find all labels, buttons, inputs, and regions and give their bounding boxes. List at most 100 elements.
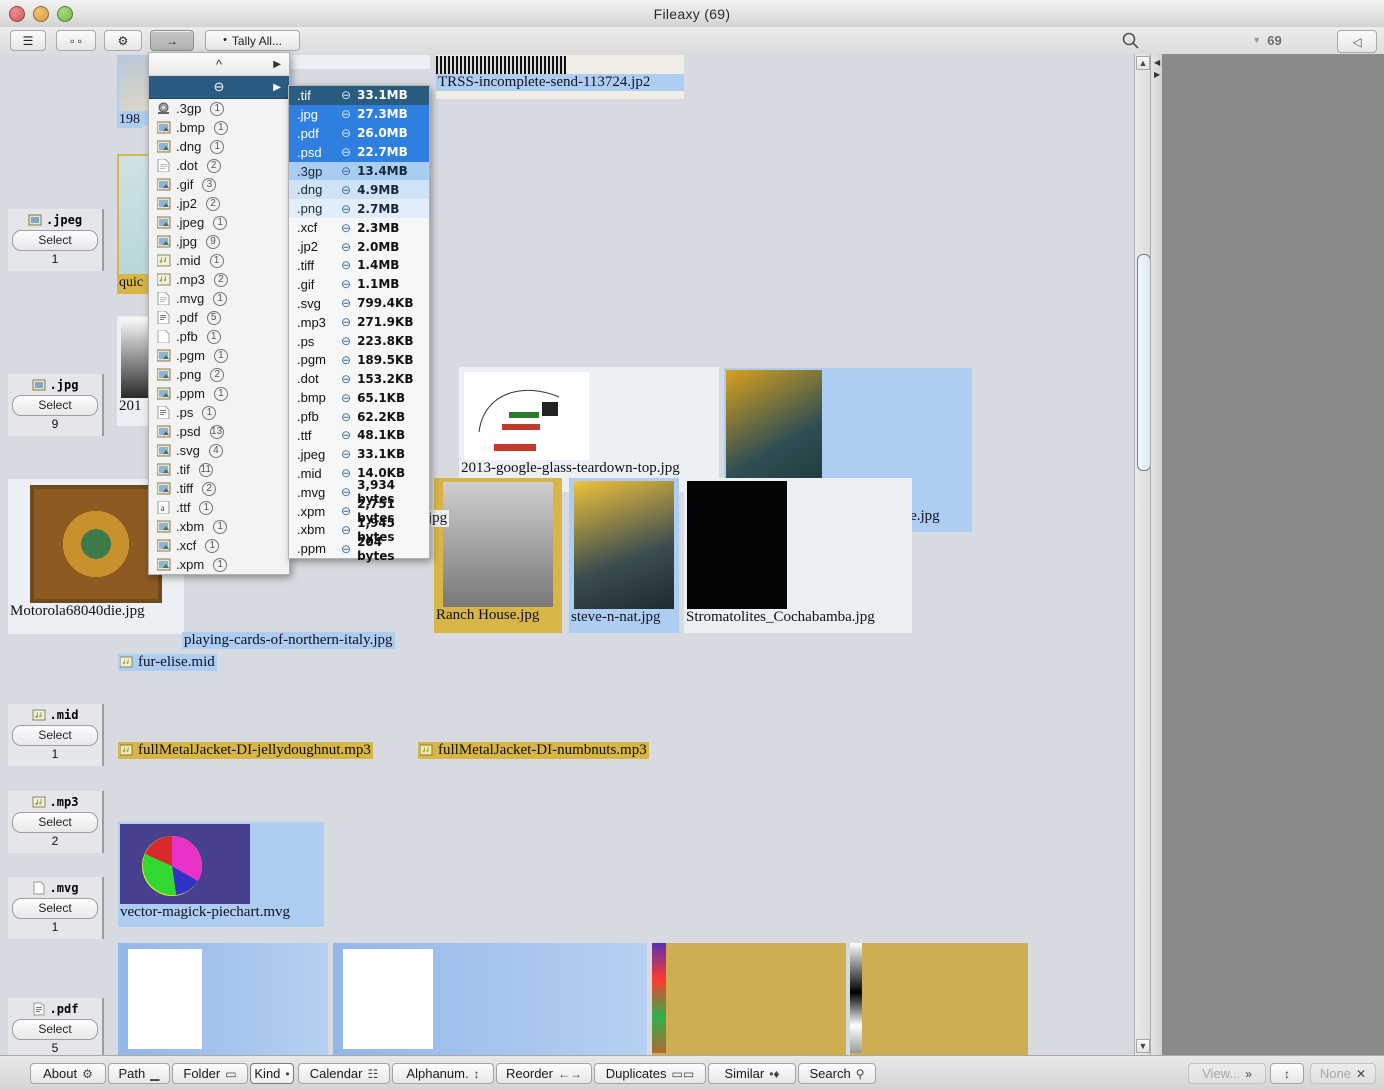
sidebar-group-pdf[interactable]: .pdf Select 5: [8, 998, 104, 1055]
triangle-right-icon[interactable]: ▶: [1154, 70, 1160, 79]
size-menu-item-jp2[interactable]: .jp2 ⊖ 2.0MB: [289, 237, 429, 257]
file-tile-steve-n-nat[interactable]: steve-n-nat.jpg: [569, 478, 679, 633]
select-button[interactable]: Select: [12, 725, 98, 746]
select-button[interactable]: Select: [12, 230, 98, 251]
kind-menu-item-pgm[interactable]: .pgm 1: [149, 346, 289, 365]
select-button[interactable]: Select: [12, 898, 98, 919]
sidebar-group-jpeg[interactable]: .jpeg Select 1: [8, 209, 104, 271]
bottom-kind-button[interactable]: Kind •: [250, 1063, 294, 1084]
right-stepper-button[interactable]: ↕: [1270, 1063, 1304, 1084]
size-menu-item-xcf[interactable]: .xcf ⊖ 2.3MB: [289, 218, 429, 238]
file-tile-jp2[interactable]: [280, 55, 430, 69]
size-menu-item-pdf[interactable]: .pdf ⊖ 26.0MB: [289, 123, 429, 143]
sidebar-group-mid[interactable]: .mid Select 1: [8, 704, 104, 766]
bottom-path-button[interactable]: Path ▁: [108, 1063, 170, 1084]
kind-menu-item-svg[interactable]: .svg 4: [149, 441, 289, 460]
settings-button[interactable]: ⚙: [104, 30, 142, 51]
bottom-reorder-button[interactable]: Reorder ←→: [496, 1063, 592, 1084]
bottom-calendar-button[interactable]: Calendar ☷: [298, 1063, 390, 1084]
size-menu-item-bmp[interactable]: .bmp ⊖ 65.1KB: [289, 388, 429, 408]
kind-menu-item-xbm[interactable]: .xbm 1: [149, 517, 289, 536]
sidebar-group-mvg[interactable]: .mvg Select 1: [8, 877, 104, 939]
hamburger-menu-button[interactable]: ☰: [10, 30, 46, 51]
kind-menu-item-dng[interactable]: .dng 1: [149, 137, 289, 156]
kind-menu-item-xpm[interactable]: .xpm 1: [149, 555, 289, 574]
search-icon[interactable]: [1120, 31, 1142, 51]
kind-menu-item-ppm[interactable]: .ppm 1: [149, 384, 289, 403]
size-menu-item-gif[interactable]: .gif ⊖ 1.1MB: [289, 274, 429, 294]
select-button[interactable]: Select: [12, 1019, 98, 1040]
file-tile-stromatolites[interactable]: Stromatolites_Cochabamba.jpg: [684, 478, 912, 633]
kind-dropdown-menu[interactable]: ^ ▶ ⊖ ▶ .3gp 1 .bmp 1 .dng 1 .dot 2 .gif 3 .jp2 2 .j…: [148, 52, 290, 575]
bottom-duplicates-button[interactable]: Duplicates ▭▭: [594, 1063, 706, 1084]
size-menu-item-jpg[interactable]: .jpg ⊖ 27.3MB: [289, 104, 429, 124]
kind-menu-item-mp3[interactable]: .mp3 2: [149, 270, 289, 289]
bottom-alphanum-button[interactable]: Alphanum. ↕: [392, 1063, 494, 1084]
kind-menu-item-jp2[interactable]: .jp2 2: [149, 194, 289, 213]
scroll-down-arrow[interactable]: ▼: [1136, 1039, 1150, 1053]
size-menu-item-dot[interactable]: .dot ⊖ 153.2KB: [289, 369, 429, 389]
kind-menu-item-ps[interactable]: .ps 1: [149, 403, 289, 422]
size-menu-item-dng[interactable]: .dng ⊖ 4.9MB: [289, 180, 429, 200]
file-tile-mp3-numbnuts[interactable]: fullMetalJacket-DI-numbnuts.mp3: [418, 742, 649, 760]
triangle-left-icon[interactable]: ◀: [1154, 58, 1160, 67]
size-menu-item-pfb[interactable]: .pfb ⊖ 62.2KB: [289, 407, 429, 427]
tally-all-button[interactable]: • Tally All...: [205, 30, 300, 51]
kind-menu-item-tiff[interactable]: .tiff 2: [149, 479, 289, 498]
bottom-similar-button[interactable]: Similar •♦: [708, 1063, 796, 1084]
sidebar-group-jpg[interactable]: .jpg Select 9: [8, 374, 104, 436]
menu-header-size[interactable]: ⊖ ▶: [149, 76, 289, 99]
preview-pane[interactable]: [1162, 54, 1384, 1055]
file-tile-pdf-4[interactable]: [850, 943, 1028, 1055]
kind-menu-item-psd[interactable]: .psd 13: [149, 422, 289, 441]
file-tile-pdf-1[interactable]: [118, 943, 328, 1055]
kind-menu-item-tif[interactable]: .tif 11: [149, 460, 289, 479]
size-menu-item-3gp[interactable]: .3gp ⊖ 13.4MB: [289, 161, 429, 181]
size-menu-item-ps[interactable]: .ps ⊖ 223.8KB: [289, 331, 429, 351]
kind-menu-item-mid[interactable]: .mid 1: [149, 251, 289, 270]
panes-toggle-button[interactable]: ▫ ▫: [56, 30, 96, 51]
size-menu-item-tif[interactable]: .tif ⊖ 33.1MB: [289, 86, 429, 105]
kind-menu-item-jpeg[interactable]: .jpeg 1: [149, 213, 289, 232]
kind-menu-item-jpg[interactable]: .jpg 9: [149, 232, 289, 251]
kind-menu-item-gif[interactable]: .gif 3: [149, 175, 289, 194]
bottom-folder-button[interactable]: Folder ▭: [172, 1063, 248, 1084]
kind-menu-item-png[interactable]: .png 2: [149, 365, 289, 384]
size-menu-item-tiff[interactable]: .tiff ⊖ 1.4MB: [289, 256, 429, 275]
file-tile-mp3-jellydoughnut[interactable]: fullMetalJacket-DI-jellydoughnut.mp3: [118, 742, 373, 760]
kind-menu-item-ttf[interactable]: a .ttf 1: [149, 498, 289, 517]
scroll-up-arrow[interactable]: ▲: [1136, 56, 1150, 70]
size-submenu[interactable]: .tif ⊖ 33.1MB .jpg ⊖ 27.3MB .pdf ⊖ 26.0MB .psd ⊖ 22…: [288, 85, 430, 563]
bottom-about-button[interactable]: About ⚙: [30, 1063, 106, 1084]
menu-header-up[interactable]: ^ ▶: [149, 53, 289, 76]
size-menu-item-png[interactable]: .png ⊖ 2.7MB: [289, 199, 429, 219]
size-menu-item-ppm[interactable]: .ppm ⊖ 204 bytes: [289, 535, 429, 563]
size-menu-item-jpeg[interactable]: .jpeg ⊖ 33.1KB: [289, 444, 429, 464]
sidebar-group-mp3[interactable]: .mp3 Select 2: [8, 791, 104, 853]
select-button[interactable]: Select: [12, 395, 98, 416]
next-button[interactable]: →: [150, 30, 194, 51]
size-menu-item-ttf[interactable]: .ttf ⊖ 48.1KB: [289, 426, 429, 445]
file-tile-ranch-house[interactable]: Ranch House.jpg: [434, 478, 562, 633]
file-tile-pdf-3[interactable]: [652, 943, 846, 1055]
file-tile-fur-elise[interactable]: fur-elise.mid: [118, 654, 217, 672]
kind-menu-item-bmp[interactable]: .bmp 1: [149, 118, 289, 137]
previous-button[interactable]: ◁: [1337, 30, 1377, 53]
vertical-scrollbar[interactable]: ▲ ▼: [1134, 54, 1151, 1055]
file-tile-trss[interactable]: TRSS-incomplete-send-113724.jp2: [436, 55, 684, 99]
size-menu-item-pgm[interactable]: .pgm ⊖ 189.5KB: [289, 350, 429, 370]
size-menu-item-mp3[interactable]: .mp3 ⊖ 271.9KB: [289, 312, 429, 332]
kind-menu-item-xcf[interactable]: .xcf 1: [149, 536, 289, 555]
bottom-search-button[interactable]: Search ⚲: [798, 1063, 876, 1084]
file-tile-piechart[interactable]: vector-magick-piechart.mvg: [118, 822, 324, 927]
file-tile-playing-cards[interactable]: playing-cards-of-northern-italy.jpg: [182, 632, 430, 650]
kind-menu-item-pfb[interactable]: .pfb 1: [149, 327, 289, 346]
size-menu-item-svg[interactable]: .svg ⊖ 799.4KB: [289, 293, 429, 313]
size-menu-item-psd[interactable]: .psd ⊖ 22.7MB: [289, 142, 429, 162]
kind-menu-item-mvg[interactable]: .mvg 1: [149, 289, 289, 308]
kind-menu-item-3gp[interactable]: .3gp 1: [149, 99, 289, 118]
kind-menu-item-pdf[interactable]: .pdf 5: [149, 308, 289, 327]
select-button[interactable]: Select: [12, 812, 98, 833]
file-tile-pdf-2[interactable]: [333, 943, 647, 1055]
kind-menu-item-dot[interactable]: .dot 2: [149, 156, 289, 175]
